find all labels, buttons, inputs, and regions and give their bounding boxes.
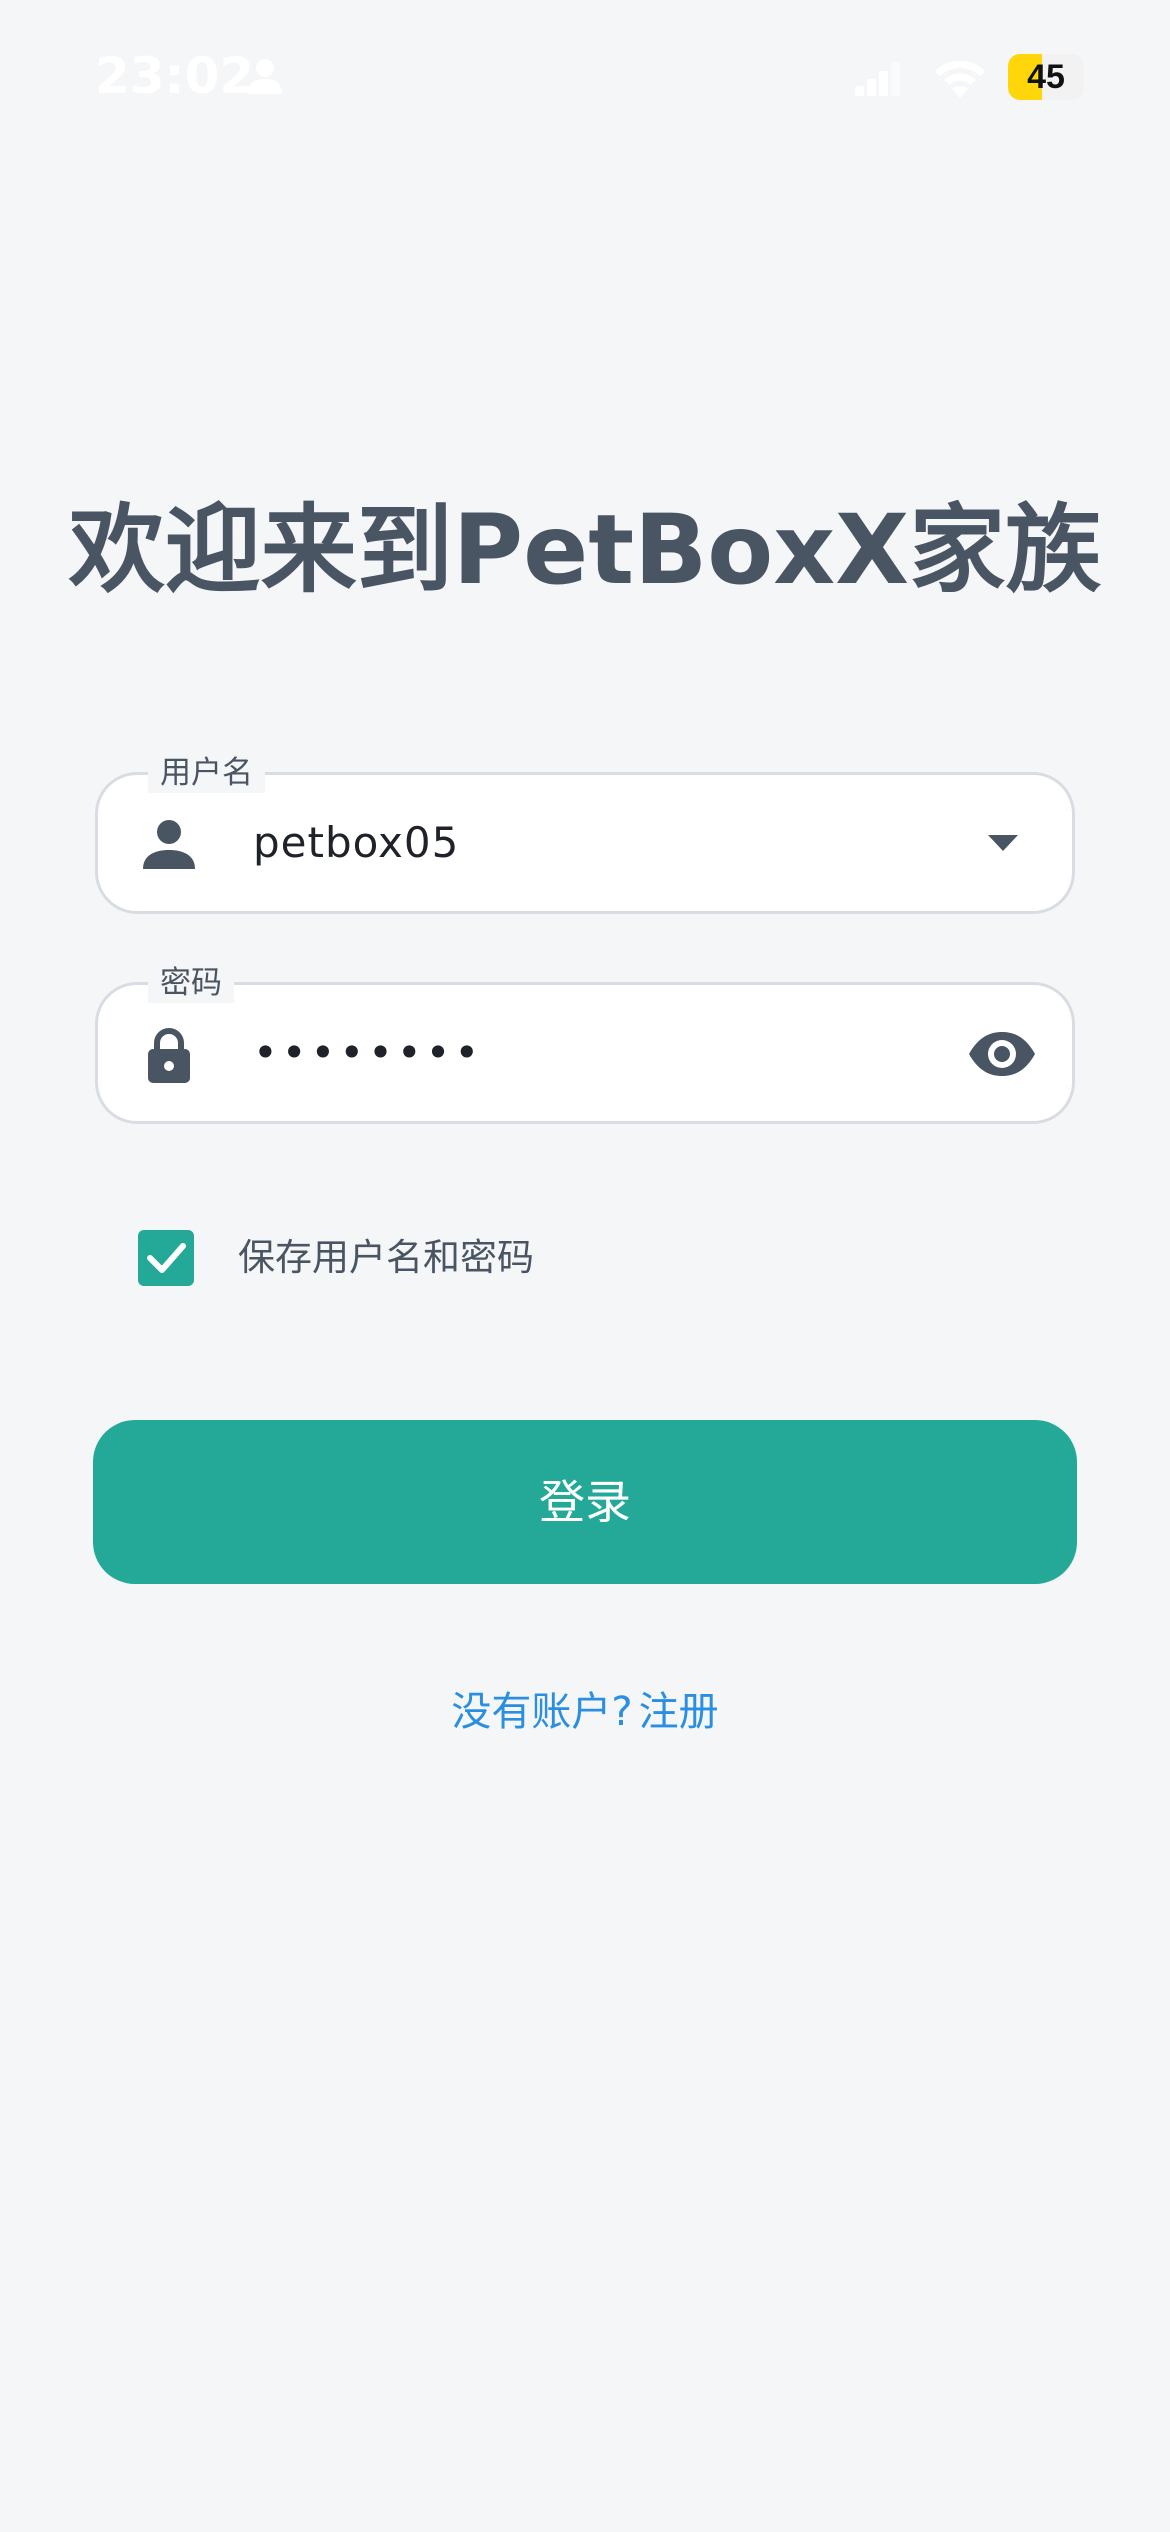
dropdown-arrow-icon[interactable] — [984, 827, 1022, 857]
cellular-signal-icon — [855, 62, 900, 96]
username-label: 用户名 — [148, 753, 265, 793]
battery-icon: 45 — [1008, 54, 1084, 100]
password-input[interactable]: •••••••• — [253, 985, 483, 1121]
page-title: 欢迎来到PetBoxX家族 — [68, 494, 1102, 606]
wifi-icon — [935, 60, 985, 98]
person-status-icon — [248, 59, 282, 94]
person-icon — [143, 820, 195, 869]
battery-percent: 45 — [1027, 58, 1065, 96]
lock-icon — [148, 1028, 190, 1083]
status-bar: 23:02 45 — [0, 0, 1170, 150]
register-prompt[interactable]: 没有账户? — [451, 1684, 632, 1740]
register-link[interactable]: 注册 — [639, 1684, 719, 1740]
eye-icon[interactable] — [967, 1030, 1037, 1078]
remember-label[interactable]: 保存用户名和密码 — [238, 1232, 534, 1284]
username-input[interactable]: petbox05 — [253, 775, 459, 911]
password-label: 密码 — [148, 963, 234, 1003]
checkmark-icon — [147, 1243, 186, 1273]
status-time: 23:02 — [95, 47, 255, 105]
username-field[interactable]: 用户名 petbox05 — [95, 753, 1075, 914]
password-field[interactable]: 密码 •••••••• — [95, 963, 1075, 1124]
remember-checkbox[interactable] — [138, 1230, 194, 1286]
login-button[interactable]: 登录 — [93, 1420, 1077, 1584]
register-row: 没有账户? 注册 — [0, 1684, 1170, 1740]
